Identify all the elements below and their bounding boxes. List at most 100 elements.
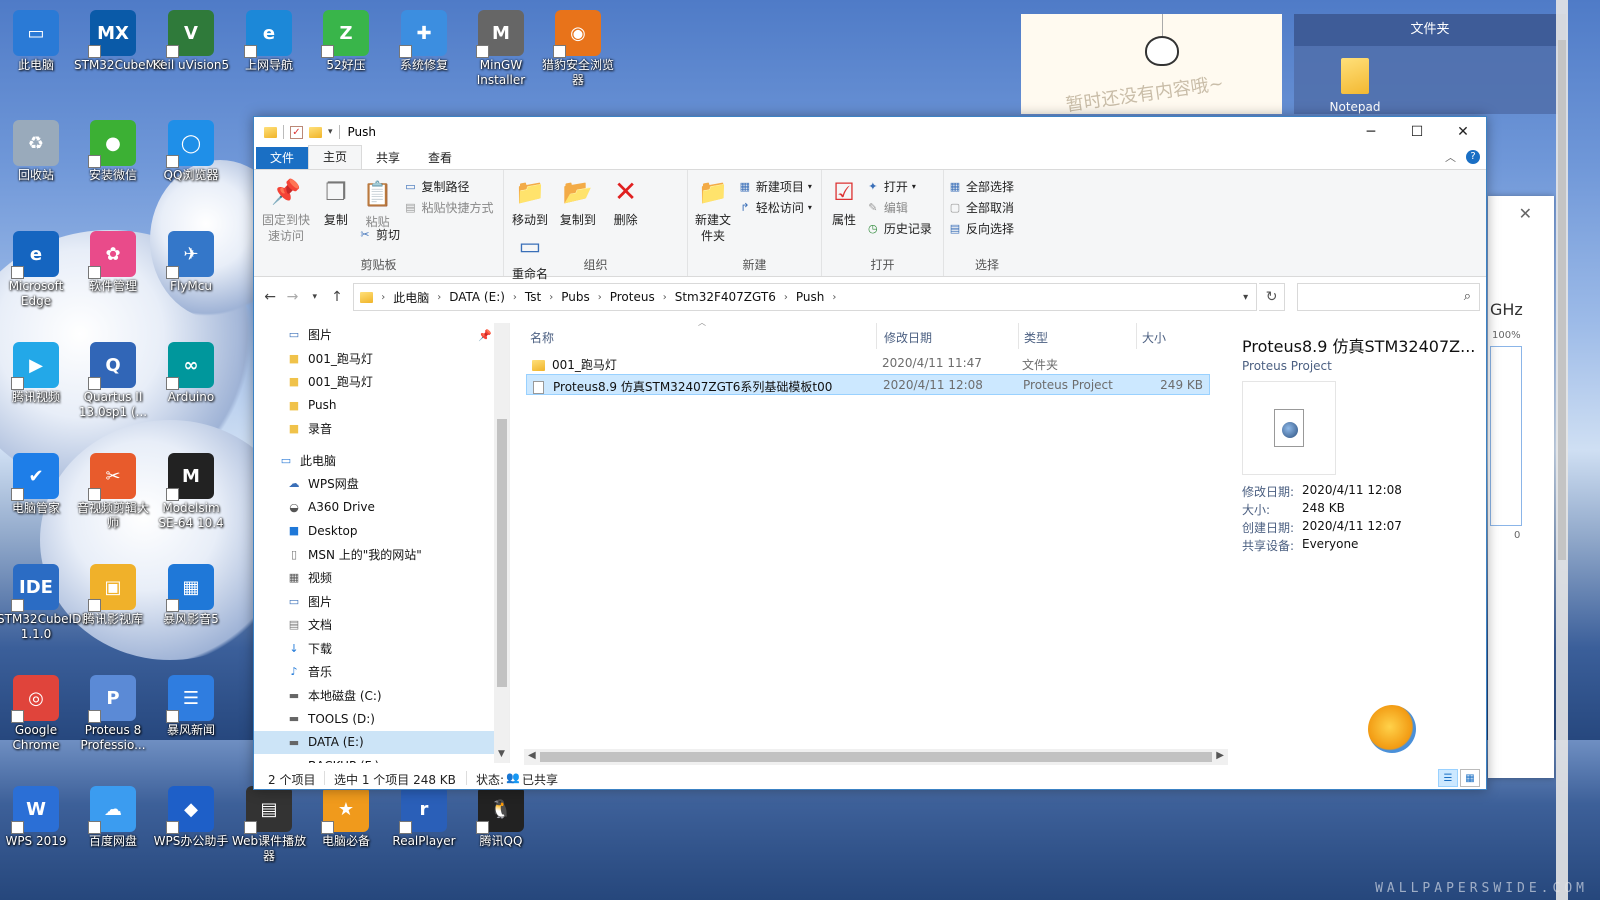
details-view-button[interactable]: ☰	[1438, 769, 1458, 787]
breadcrumb-item[interactable]: 此电脑	[393, 289, 429, 306]
new-folder-icon[interactable]	[309, 126, 322, 138]
desktop-icon[interactable]: ∞ Arduino	[152, 336, 230, 405]
note-widget[interactable]: 暂时还没有内容哦~	[1021, 14, 1282, 116]
desktop-icon[interactable]: ★ 电脑必备	[307, 780, 385, 849]
desktop-icon[interactable]: M MinGW Installer	[462, 4, 540, 88]
nav-item[interactable]: ♪ 音乐	[254, 660, 509, 684]
new-item-button[interactable]: ▦ 新建项目 ▾	[738, 176, 812, 197]
desktop-icon[interactable]: ▶ 腾讯视频	[0, 336, 75, 405]
select-none-button[interactable]: ▢ 全部取消	[948, 197, 1014, 218]
nav-item[interactable]: ■ Push	[254, 394, 509, 418]
history-button[interactable]: ◷ 历史记录	[866, 218, 932, 239]
table-row[interactable]: Proteus8.9 仿真STM32407ZGT6系列基础模板t00 2020/4…	[526, 374, 1210, 395]
minimize-button[interactable]: ─	[1348, 117, 1394, 147]
delete-button[interactable]: ✕ 删除	[604, 176, 648, 228]
breadcrumb-item[interactable]: Stm32F407ZGT6	[675, 290, 776, 304]
nav-item[interactable]: ■ Desktop	[254, 519, 509, 543]
breadcrumb-item[interactable]: DATA (E:)	[449, 290, 505, 304]
chevron-right-icon[interactable]: ›	[784, 292, 788, 303]
nav-item[interactable]: ▬ 本地磁盘 (C:)	[254, 684, 509, 708]
paste-shortcut-button[interactable]: ▤ 粘贴快捷方式	[403, 197, 493, 218]
column-type[interactable]: 类型	[1024, 329, 1048, 346]
desktop-icon[interactable]: W WPS 2019	[0, 780, 75, 849]
forward-button[interactable]: →	[282, 289, 302, 305]
desktop-icon[interactable]: Q Quartus II 13.0sp1 (...	[74, 336, 152, 420]
desktop-icon[interactable]: e 上网导航	[230, 4, 308, 73]
pin-icon[interactable]: 📌	[478, 329, 492, 342]
breadcrumb-item[interactable]: Proteus	[610, 290, 655, 304]
desktop-icon[interactable]: ✂ 音视频剪辑大师	[74, 447, 152, 531]
column-separator[interactable]	[1018, 323, 1019, 349]
desktop-icon[interactable]: MX STM32CubeMX	[74, 4, 164, 73]
column-size[interactable]: 大小	[1142, 329, 1166, 346]
tab-view[interactable]: 查看	[414, 147, 466, 169]
desktop-icon[interactable]: ◎ Google Chrome	[0, 669, 75, 753]
address-dropdown-icon[interactable]: ▾	[1243, 292, 1248, 303]
back-button[interactable]: ←	[260, 289, 280, 305]
folder-widget-item[interactable]: Notepad	[1320, 58, 1390, 114]
desktop-icon[interactable]: ✔ 电脑管家	[0, 447, 75, 516]
nav-item[interactable]: ▭ 此电脑	[254, 449, 509, 473]
breadcrumb-item[interactable]: Push	[796, 290, 825, 304]
desktop-icon[interactable]: r RealPlayer	[385, 780, 463, 849]
scrollbar-thumb[interactable]	[540, 752, 1212, 762]
properties-button[interactable]: ☑ 属性	[826, 176, 862, 228]
horizontal-scrollbar[interactable]: ◀ ▶	[524, 749, 1228, 765]
help-icon[interactable]: ?	[1466, 150, 1480, 164]
chevron-right-icon[interactable]: ›	[381, 292, 385, 303]
open-button[interactable]: ✦ 打开 ▾	[866, 176, 932, 197]
nav-item[interactable]: ▯ MSN 上的"我的网站"	[254, 543, 509, 567]
desktop-icon[interactable]: ● 安装微信	[74, 114, 152, 183]
nav-item[interactable]: ▬ TOOLS (D:)	[254, 707, 509, 731]
nav-item[interactable]: ◒ A360 Drive	[254, 496, 509, 520]
search-input[interactable]: ⌕	[1297, 283, 1480, 311]
easy-access-button[interactable]: ↱ 轻松访问 ▾	[738, 197, 812, 218]
chevron-right-icon[interactable]: ›	[549, 292, 553, 303]
invert-selection-button[interactable]: ▤ 反向选择	[948, 218, 1014, 239]
cut-button[interactable]: ✂ 剪切	[358, 224, 400, 245]
desktop-icon[interactable]: ✚ 系统修复	[385, 4, 463, 73]
nav-item[interactable]: ▦ 视频	[254, 566, 509, 590]
desktop-icon[interactable]: ▤ Web课件播放器	[230, 780, 308, 864]
copy-path-button[interactable]: ▭ 复制路径	[403, 176, 493, 197]
edit-button[interactable]: ✎ 编辑	[866, 197, 932, 218]
desktop-icon[interactable]: M Modelsim SE-64 10.4	[152, 447, 230, 531]
large-icons-view-button[interactable]: ▦	[1460, 769, 1480, 787]
nav-item[interactable]: ▭ 图片	[254, 323, 509, 347]
desktop-icon[interactable]: ▣ 腾讯影视库	[74, 558, 152, 627]
close-icon[interactable]: ✕	[1519, 204, 1532, 223]
scrollbar-thumb[interactable]	[1558, 40, 1566, 560]
column-name[interactable]: 名称	[530, 329, 554, 346]
nav-item[interactable]: ■ 001_跑马灯	[254, 347, 509, 371]
desktop-icon[interactable]: V Keil uVision5	[152, 4, 230, 73]
scrollbar-thumb[interactable]	[497, 419, 507, 687]
new-folder-button[interactable]: 📁 新建文件夹	[692, 176, 734, 244]
desktop-icon[interactable]: ✈ FlyMcu	[152, 225, 230, 294]
scroll-left-icon[interactable]: ◀	[528, 750, 536, 761]
chevron-right-icon[interactable]: ›	[832, 292, 836, 303]
recent-locations-button[interactable]: ▾	[305, 292, 325, 302]
desktop-icon[interactable]: ◆ WPS办公助手	[152, 780, 230, 849]
desktop-icon[interactable]: e Microsoft Edge	[0, 225, 75, 309]
desktop-icon[interactable]: ✿ 软件管理	[74, 225, 152, 294]
desktop-icon[interactable]: ◉ 猎豹安全浏览器	[539, 4, 617, 88]
tab-home[interactable]: 主页	[308, 145, 363, 169]
folder-widget[interactable]: 文件夹 Notepad	[1294, 14, 1566, 114]
title-bar[interactable]: ✓ ▾ Push ─ ☐ ✕	[254, 117, 1486, 147]
copy-button[interactable]: ❐ 复制	[318, 176, 354, 228]
desktop-icon[interactable]: IDE STM32CubeIDE 1.1.0	[0, 558, 89, 642]
scroll-down-icon[interactable]: ▼	[498, 749, 505, 759]
chevron-right-icon[interactable]: ›	[513, 292, 517, 303]
desktop-icon[interactable]: ☰ 暴风新闻	[152, 669, 230, 738]
address-bar[interactable]: › 此电脑 › DATA (E:) › Tst › Pubs › Proteus › Stm32F4…	[353, 283, 1258, 311]
background-window[interactable]: ✕ GHz 100% 0	[1488, 196, 1554, 778]
nav-item[interactable]: ■ 001_跑马灯	[254, 370, 509, 394]
desktop-icon[interactable]: Z 52好压	[307, 4, 385, 73]
desktop-icon[interactable]: ▭ 此电脑	[0, 4, 75, 73]
desktop-icon[interactable]: ☁ 百度网盘	[74, 780, 152, 849]
breadcrumb-item[interactable]: Pubs	[561, 290, 590, 304]
chevron-right-icon[interactable]: ›	[598, 292, 602, 303]
refresh-button[interactable]: ↻	[1259, 283, 1286, 311]
nav-item[interactable]: ☁ WPS网盘	[254, 472, 509, 496]
desktop-scrollbar[interactable]	[1556, 0, 1568, 900]
